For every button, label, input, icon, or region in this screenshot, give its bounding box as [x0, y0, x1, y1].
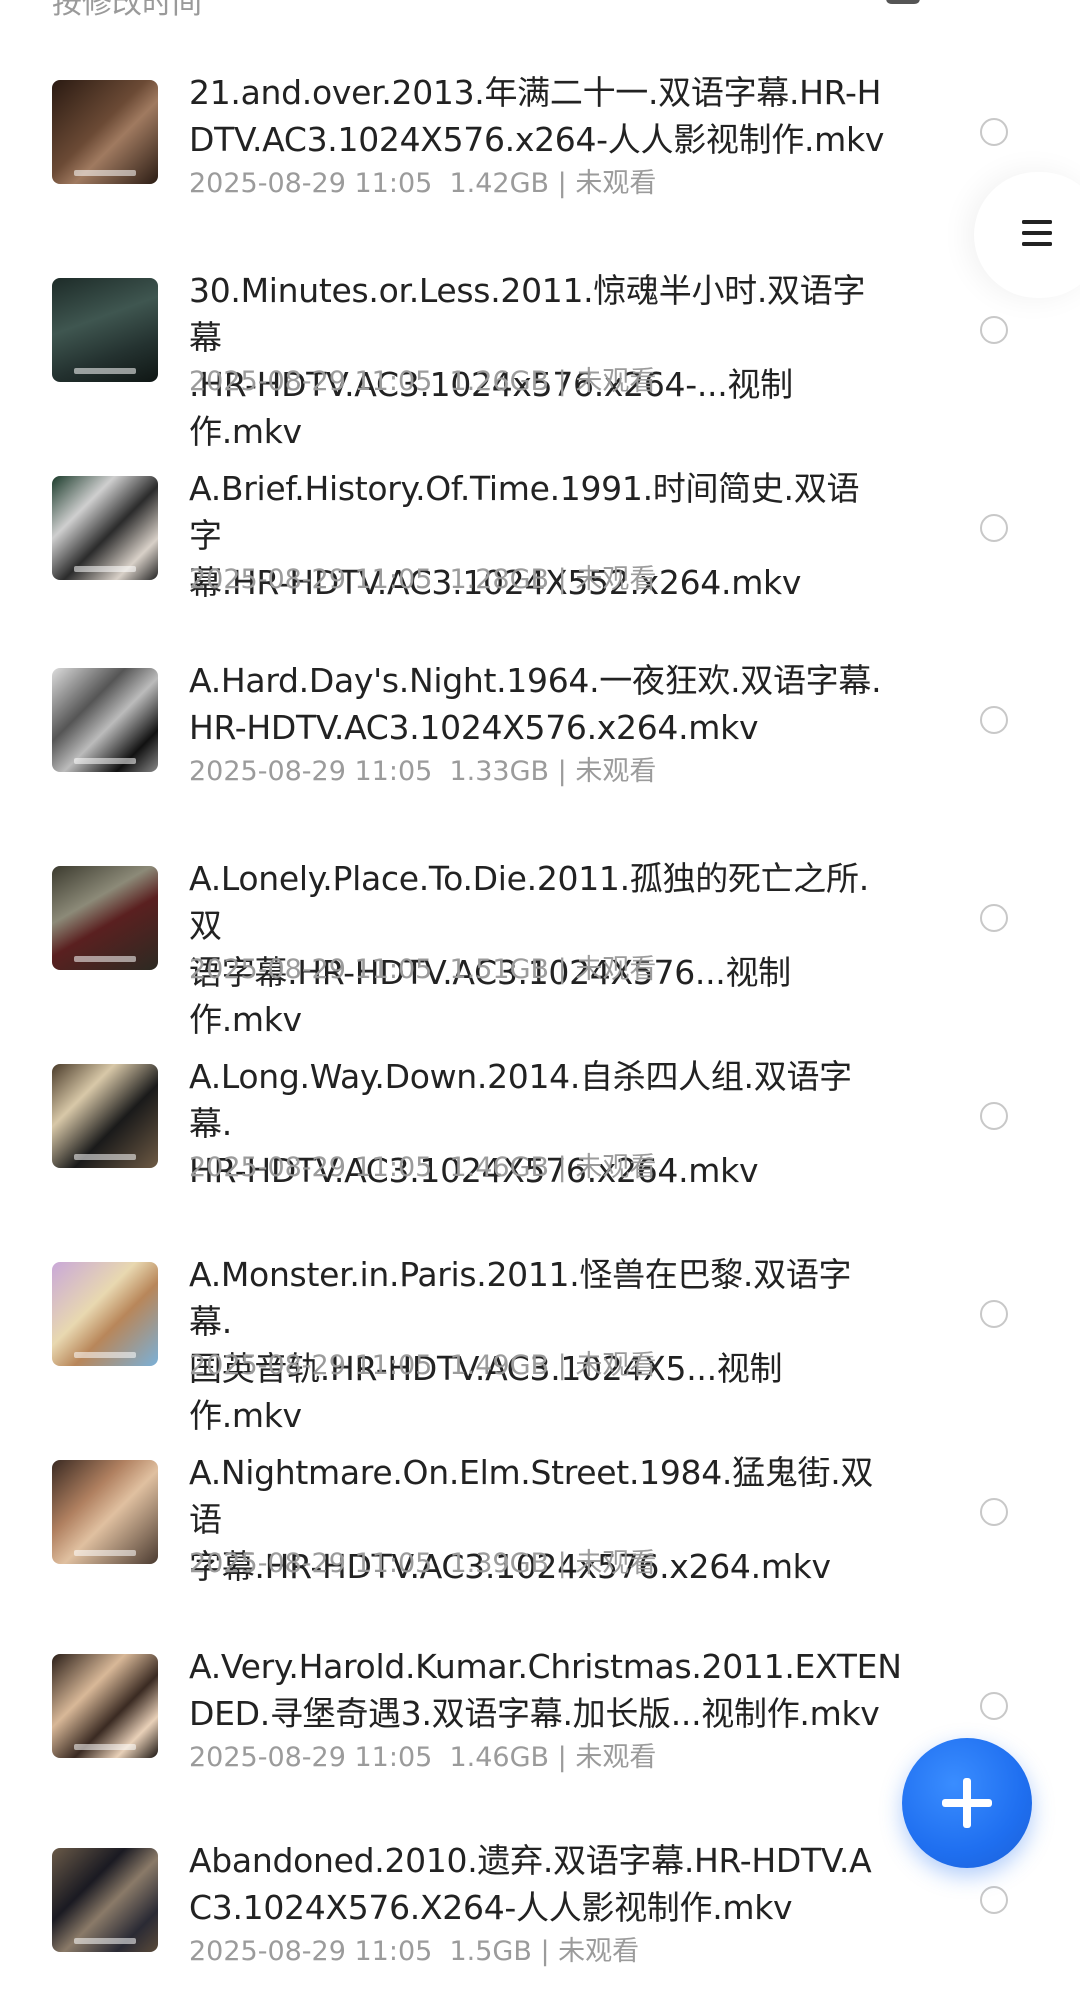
video-thumbnail: [52, 866, 158, 970]
sort-label: 按修改时间: [52, 0, 202, 21]
select-radio[interactable]: [980, 316, 1008, 344]
video-thumbnail: [52, 1064, 158, 1168]
select-radio[interactable]: [980, 1886, 1008, 1914]
file-meta: 2025-08-29 11:05 1.49GB | 未观看: [189, 1350, 657, 1381]
file-title: Abandoned.2010.遗弃.双语字幕.HR-HDTV.A C3.1024…: [189, 1841, 872, 1927]
list-item[interactable]: 30.Minutes.or.Less.2011.惊魂半小时.双语字幕 .HR-H…: [0, 252, 1080, 451]
video-thumbnail: [52, 1262, 158, 1366]
list-item[interactable]: A.Monster.in.Paris.2011.怪兽在巴黎.双语字幕. 国英音轨…: [0, 1242, 1080, 1440]
list-item[interactable]: A.Nightmare.On.Elm.Street.1984.猛鬼街.双语 字幕…: [0, 1440, 1080, 1638]
file-meta: 2025-08-29 11:05 1.39GB | 未观看: [189, 1548, 657, 1579]
select-radio[interactable]: [980, 904, 1008, 932]
select-radio[interactable]: [980, 1102, 1008, 1130]
list-item[interactable]: A.Brief.History.Of.Time.1991.时间简史.双语字 幕.…: [0, 450, 1080, 648]
file-list-page: 按修改时间 21.and.over.2013.年满二十一.双语字幕.HR-H D…: [0, 0, 1080, 2004]
video-thumbnail: [52, 668, 158, 772]
video-thumbnail: [52, 80, 158, 184]
select-mode-icon[interactable]: [884, 0, 924, 20]
file-title: 30.Minutes.or.Less.2011.惊魂半小时.双语字幕 .HR-H…: [189, 271, 866, 451]
file-title: A.Hard.Day's.Night.1964.一夜狂欢.双语字幕. HR-HD…: [189, 661, 882, 747]
video-thumbnail: [52, 476, 158, 580]
list-item[interactable]: A.Long.Way.Down.2014.自杀四人组.双语字幕. HR-HDTV…: [0, 1044, 1080, 1242]
select-radio[interactable]: [980, 1300, 1008, 1328]
file-meta: 2025-08-29 11:05 1.51GB | 未观看: [189, 954, 657, 985]
select-radio[interactable]: [980, 1692, 1008, 1720]
file-title: A.Very.Harold.Kumar.Christmas.2011.EXTEN…: [189, 1647, 902, 1733]
file-meta: 2025-08-29 11:05 1.42GB | 未观看: [189, 168, 657, 199]
video-thumbnail: [52, 278, 158, 382]
video-thumbnail: [52, 1460, 158, 1564]
select-radio[interactable]: [980, 706, 1008, 734]
sort-dropdown[interactable]: 按修改时间: [52, 0, 202, 22]
select-radio[interactable]: [980, 514, 1008, 542]
file-title: A.Monster.in.Paris.2011.怪兽在巴黎.双语字幕. 国英音轨…: [189, 1255, 852, 1435]
add-button[interactable]: [902, 1738, 1032, 1868]
select-radio[interactable]: [980, 118, 1008, 146]
toolbar: 按修改时间: [0, 0, 1080, 40]
file-meta: 2025-08-29 11:05 1.33GB | 未观看: [189, 756, 657, 787]
video-thumbnail: [52, 1848, 158, 1952]
file-meta: 2025-08-29 11:05 1.5GB | 未观看: [189, 1936, 640, 1967]
select-radio[interactable]: [980, 1498, 1008, 1526]
file-title: A.Lonely.Place.To.Die.2011.孤独的死亡之所.双 语字幕…: [189, 859, 869, 1039]
menu-icon: [1022, 220, 1052, 246]
video-thumbnail: [52, 1654, 158, 1758]
file-meta: 2025-08-29 11:05 1.46GB | 未观看: [189, 1152, 657, 1183]
list-item[interactable]: A.Hard.Day's.Night.1964.一夜狂欢.双语字幕. HR-HD…: [0, 648, 1080, 846]
list-item[interactable]: A.Lonely.Place.To.Die.2011.孤独的死亡之所.双 语字幕…: [0, 846, 1080, 1044]
list-item[interactable]: 21.and.over.2013.年满二十一.双语字幕.HR-H DTV.AC3…: [0, 54, 1080, 252]
grid-view-icon[interactable]: [976, 0, 1022, 20]
file-title: 21.and.over.2013.年满二十一.双语字幕.HR-H DTV.AC3…: [189, 73, 885, 159]
file-meta: 2025-08-29 11:05 1.46GB | 未观看: [189, 1742, 657, 1773]
file-meta: 2025-08-29 11:05 1.28GB | 未观看: [189, 564, 657, 595]
file-meta: 2025-08-29 11:05 1.26GB | 未观看: [189, 366, 657, 397]
list-item[interactable]: Abandoned.2010.遗弃.双语字幕.HR-HDTV.A C3.1024…: [0, 1836, 1080, 2004]
